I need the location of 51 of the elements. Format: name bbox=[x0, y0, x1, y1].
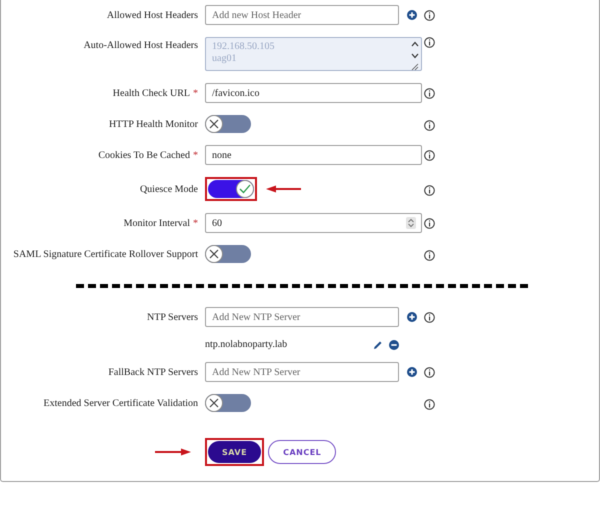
remove-icon[interactable] bbox=[389, 340, 399, 350]
text-line: uag01 bbox=[212, 53, 238, 65]
pencil-icon[interactable] bbox=[373, 340, 383, 350]
x-icon bbox=[209, 398, 219, 408]
info-icon[interactable] bbox=[424, 312, 434, 322]
field-label: Cookies To Be Cached bbox=[98, 150, 190, 160]
info-icon[interactable] bbox=[424, 184, 434, 196]
info-icon[interactable] bbox=[424, 366, 434, 378]
field-label: Monitor Interval bbox=[124, 218, 190, 228]
x-icon bbox=[209, 249, 219, 259]
add-icon[interactable] bbox=[407, 312, 417, 322]
field-label: Auto-Allowed Host Headers bbox=[84, 40, 198, 51]
save-button[interactable]: SAVE bbox=[208, 441, 262, 463]
info-icon[interactable] bbox=[424, 398, 434, 410]
info-icon[interactable] bbox=[424, 10, 434, 20]
info-icon[interactable] bbox=[424, 120, 434, 130]
info-icon[interactable] bbox=[424, 88, 434, 98]
info-icon[interactable] bbox=[424, 150, 434, 160]
input-field[interactable]: Add New NTP Server bbox=[205, 362, 399, 382]
add-icon[interactable] bbox=[407, 367, 417, 377]
field-label: Quiesce Mode bbox=[140, 184, 198, 194]
input-field[interactable]: none bbox=[205, 145, 422, 165]
field-label: SAML Signature Certificate Rollover Support bbox=[13, 248, 198, 260]
spinner-icon[interactable] bbox=[406, 217, 416, 229]
field-label: Extended Server Certificate Validation bbox=[44, 398, 198, 408]
required-mark: * bbox=[193, 88, 198, 98]
field-label: FallBack NTP Servers bbox=[108, 366, 198, 378]
number-field[interactable]: 60 bbox=[205, 213, 422, 233]
check-icon bbox=[239, 184, 251, 194]
info-icon[interactable] bbox=[424, 250, 434, 260]
required-mark: * bbox=[193, 150, 198, 160]
toggle-switch[interactable] bbox=[205, 245, 251, 263]
server-entry: ntp.nolabnoparty.lab bbox=[205, 339, 288, 350]
input-field[interactable]: /favicon.ico bbox=[205, 83, 422, 103]
field-label: HTTP Health Monitor bbox=[108, 118, 198, 130]
input-field[interactable]: Add New NTP Server bbox=[205, 307, 399, 327]
x-icon bbox=[209, 119, 219, 129]
text-line: 192.168.50.105 bbox=[212, 41, 274, 53]
field-label: NTP Servers bbox=[146, 312, 198, 322]
field-label: Health Check URL bbox=[112, 88, 190, 98]
info-icon[interactable] bbox=[424, 37, 434, 48]
cancel-button[interactable]: CANCEL bbox=[268, 440, 336, 464]
callout-arrow bbox=[154, 448, 192, 456]
info-icon[interactable] bbox=[424, 218, 434, 228]
field-label: Allowed Host Headers bbox=[106, 10, 198, 20]
callout-arrow bbox=[265, 185, 303, 193]
toggle-switch[interactable] bbox=[205, 394, 251, 412]
toggle-switch[interactable] bbox=[205, 115, 251, 133]
input-field[interactable]: Add new Host Header bbox=[205, 5, 399, 25]
required-mark: * bbox=[193, 218, 198, 228]
add-icon[interactable] bbox=[407, 10, 417, 20]
